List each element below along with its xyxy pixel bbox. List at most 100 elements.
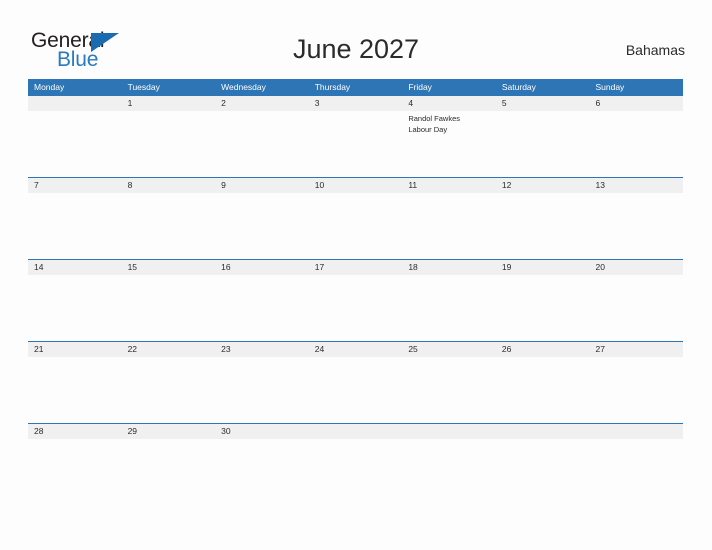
calendar-grid: Monday Tuesday Wednesday Thursday Friday Satu… <box>28 79 683 467</box>
date-cell-10[interactable]: 10 <box>309 178 403 193</box>
calendar-week-row: 7 8 9 10 11 12 13 <box>28 177 683 259</box>
date-cell-8[interactable]: 8 <box>122 178 216 193</box>
day-cell-13[interactable] <box>589 193 683 259</box>
day-cell-7[interactable] <box>28 193 122 259</box>
date-cell-24[interactable]: 24 <box>309 342 403 357</box>
day-cell-1[interactable] <box>122 111 216 177</box>
date-cell-13[interactable]: 13 <box>589 178 683 193</box>
day-cell-18[interactable] <box>402 275 496 341</box>
day-cell-23[interactable] <box>215 357 309 423</box>
date-cell-19[interactable]: 19 <box>496 260 590 275</box>
day-cell-28[interactable] <box>28 439 122 467</box>
day-cell-22[interactable] <box>122 357 216 423</box>
day-cell-blank <box>402 439 496 467</box>
weekday-header-row: Monday Tuesday Wednesday Thursday Friday Satu… <box>28 79 683 96</box>
day-cell-14[interactable] <box>28 275 122 341</box>
date-cell-21[interactable]: 21 <box>28 342 122 357</box>
date-cell-26[interactable]: 26 <box>496 342 590 357</box>
day-content-strip <box>28 439 683 467</box>
date-cell-23[interactable]: 23 <box>215 342 309 357</box>
date-cell-7[interactable]: 7 <box>28 178 122 193</box>
day-content-strip <box>28 193 683 259</box>
date-number-strip: 7 8 9 10 11 12 13 <box>28 178 683 193</box>
day-cell-8[interactable] <box>122 193 216 259</box>
date-number-strip: 14 15 16 17 18 19 20 <box>28 260 683 275</box>
date-cell-9[interactable]: 9 <box>215 178 309 193</box>
calendar-weeks: 1 2 3 4 5 6 Randol Fawkes Labour Day 7 8 9 10 11 12 13… <box>28 96 683 467</box>
event-label: Labour Day <box>408 124 448 134</box>
calendar-week-row: 14 15 16 17 18 19 20 <box>28 259 683 341</box>
day-cell-10[interactable] <box>309 193 403 259</box>
day-cell-21[interactable] <box>28 357 122 423</box>
day-content-strip <box>28 275 683 341</box>
day-content-strip: Randol Fawkes Labour Day <box>28 111 683 177</box>
date-cell-27[interactable]: 27 <box>589 342 683 357</box>
day-cell-blank <box>309 439 403 467</box>
date-cell-blank <box>589 424 683 439</box>
day-cell-blank <box>496 439 590 467</box>
date-cell-blank <box>309 424 403 439</box>
weekday-header-monday: Monday <box>34 82 65 92</box>
day-cell-27[interactable] <box>589 357 683 423</box>
date-cell-5[interactable]: 5 <box>496 96 590 111</box>
day-cell-30[interactable] <box>215 439 309 467</box>
date-cell-25[interactable]: 25 <box>402 342 496 357</box>
page-title: June 2027 <box>292 34 420 64</box>
region-label: Bahamas <box>625 42 685 58</box>
day-cell-29[interactable] <box>122 439 216 467</box>
date-cell-28[interactable]: 28 <box>28 424 122 439</box>
day-cell-2[interactable] <box>215 111 309 177</box>
date-cell-17[interactable]: 17 <box>309 260 403 275</box>
date-cell-12[interactable]: 12 <box>496 178 590 193</box>
day-cell-19[interactable] <box>496 275 590 341</box>
generalblue-logo[interactable]: General Blue <box>31 30 151 72</box>
date-cell-29[interactable]: 29 <box>122 424 216 439</box>
date-cell-15[interactable]: 15 <box>122 260 216 275</box>
date-number-strip: 21 22 23 24 25 26 27 <box>28 342 683 357</box>
day-cell-6[interactable] <box>589 111 683 177</box>
page-header: General Blue June 2027 Bahamas <box>0 0 712 76</box>
date-cell-6[interactable]: 6 <box>589 96 683 111</box>
weekday-header-tuesday: Tuesday <box>127 82 160 92</box>
day-cell-11[interactable] <box>402 193 496 259</box>
date-cell-18[interactable]: 18 <box>402 260 496 275</box>
day-cell-3[interactable] <box>309 111 403 177</box>
date-cell-22[interactable]: 22 <box>122 342 216 357</box>
date-cell-4[interactable]: 4 <box>402 96 496 111</box>
day-cell-24[interactable] <box>309 357 403 423</box>
date-cell-30[interactable]: 30 <box>215 424 309 439</box>
day-cell-26[interactable] <box>496 357 590 423</box>
date-cell-14[interactable]: 14 <box>28 260 122 275</box>
date-cell-1[interactable]: 1 <box>122 96 216 111</box>
day-cell-4[interactable]: Randol Fawkes Labour Day <box>402 111 496 177</box>
day-cell-blank <box>28 111 122 177</box>
date-number-strip: 123456 <box>28 96 683 111</box>
calendar-week-row: 21 22 23 24 25 26 27 <box>28 341 683 423</box>
date-cell-11[interactable]: 11 <box>402 178 496 193</box>
date-cell-2[interactable]: 2 <box>215 96 309 111</box>
date-cell-16[interactable]: 16 <box>215 260 309 275</box>
date-cell-blank <box>402 424 496 439</box>
day-cell-15[interactable] <box>122 275 216 341</box>
day-cell-25[interactable] <box>402 357 496 423</box>
date-cell-blank <box>28 96 122 111</box>
day-content-strip <box>28 357 683 423</box>
day-cell-9[interactable] <box>215 193 309 259</box>
date-cell-blank <box>496 424 590 439</box>
date-cell-3[interactable]: 3 <box>309 96 403 111</box>
day-cell-17[interactable] <box>309 275 403 341</box>
day-cell-blank <box>589 439 683 467</box>
day-cell-20[interactable] <box>589 275 683 341</box>
date-cell-20[interactable]: 20 <box>589 260 683 275</box>
day-cell-16[interactable] <box>215 275 309 341</box>
calendar-week-row: 28 29 30 <box>28 423 683 467</box>
date-number-strip: 28 29 30 <box>28 424 683 439</box>
day-cell-5[interactable] <box>496 111 590 177</box>
weekday-header-saturday: Saturday <box>501 82 536 92</box>
calendar-week-row: 1 2 3 4 5 6 Randol Fawkes Labour Day <box>28 96 683 177</box>
event-label: Randol Fawkes <box>408 114 461 123</box>
weekday-header-sunday: Sunday <box>595 82 625 92</box>
weekday-header-wednesday: Wednesday <box>221 82 266 92</box>
logo-text-blue: Blue <box>57 48 99 71</box>
day-cell-12[interactable] <box>496 193 590 259</box>
